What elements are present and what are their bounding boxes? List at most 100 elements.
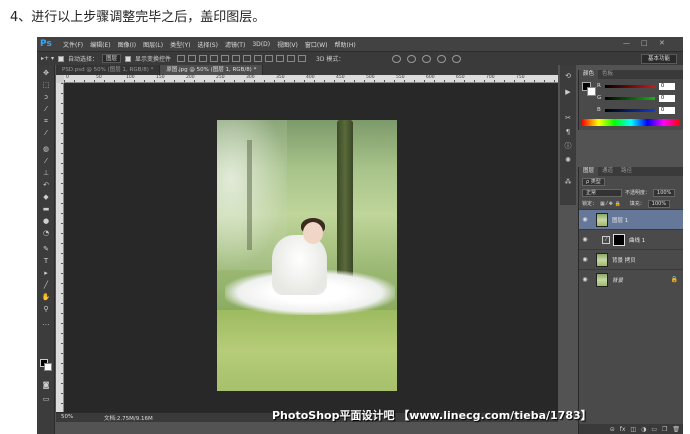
canvas-area[interactable] xyxy=(64,83,558,412)
menu-window[interactable]: 窗口(W) xyxy=(305,40,328,49)
tab-psd[interactable]: PSD.psd @ 50% (图层 1, RGB/8) * xyxy=(56,65,161,75)
new-layer-icon[interactable]: ❐ xyxy=(662,426,667,433)
history-brush-tool-icon[interactable]: ↶ xyxy=(41,181,51,190)
brush-tool-icon[interactable]: ⁄ xyxy=(41,157,51,166)
menu-help[interactable]: 帮助(H) xyxy=(335,40,356,49)
3d-rotate-icon[interactable] xyxy=(392,55,401,63)
blue-value[interactable]: 0 xyxy=(659,106,675,114)
green-value[interactable]: 0 xyxy=(659,94,675,102)
auto-select-checkbox[interactable] xyxy=(57,55,64,62)
move-tool-icon[interactable]: ✥ xyxy=(41,69,51,78)
align-bottom-icon[interactable] xyxy=(199,55,208,62)
clone-stamp-tool-icon[interactable]: ⊥ xyxy=(41,169,51,178)
layer-row[interactable]: ◉ ⁄ 曲线 1 xyxy=(579,229,683,249)
minimize-button[interactable]: — xyxy=(623,39,630,47)
shape-tool-icon[interactable]: ╱ xyxy=(41,281,51,290)
type-tool-icon[interactable]: T xyxy=(41,257,51,266)
more-tools-icon[interactable]: … xyxy=(41,319,51,328)
align-center-icon[interactable] xyxy=(221,55,230,62)
lasso-tool-icon[interactable]: ↄ xyxy=(41,93,51,102)
hand-tool-icon[interactable]: ✋ xyxy=(41,293,51,302)
tab-channels[interactable]: 通道 xyxy=(598,167,617,176)
eraser-tool-icon[interactable]: ◆ xyxy=(41,193,51,202)
layer-kind-filter[interactable]: ρ 类型 xyxy=(582,177,605,186)
delete-layer-icon[interactable]: 🗑 xyxy=(672,426,680,433)
align-middle-icon[interactable] xyxy=(188,55,197,62)
info-panel-icon[interactable]: ⓘ xyxy=(563,141,573,151)
marquee-tool-icon[interactable]: ⬚ xyxy=(41,81,51,90)
menu-filter[interactable]: 滤镜(T) xyxy=(225,40,245,49)
menu-image[interactable]: 图像(I) xyxy=(118,40,136,49)
blue-slider[interactable] xyxy=(605,108,655,112)
pen-tool-icon[interactable]: ✎ xyxy=(41,245,51,254)
3d-scale-icon[interactable] xyxy=(452,55,461,63)
new-group-icon[interactable]: ▭ xyxy=(651,426,657,433)
visibility-eye-icon[interactable]: ◉ xyxy=(580,216,590,223)
red-value[interactable]: 0 xyxy=(659,82,675,90)
maximize-button[interactable]: □ xyxy=(641,39,648,47)
dodge-tool-icon[interactable]: ◔ xyxy=(41,229,51,238)
show-transform-checkbox[interactable] xyxy=(125,55,131,62)
workspace-dropdown[interactable]: 基本功能 xyxy=(640,54,677,64)
menu-file[interactable]: 文件(F) xyxy=(63,40,83,49)
distribute-left-icon[interactable] xyxy=(276,55,285,62)
blend-mode-dropdown[interactable]: 正常 xyxy=(582,188,622,197)
blur-tool-icon[interactable]: ● xyxy=(41,217,51,226)
quick-select-tool-icon[interactable]: ⁄ xyxy=(41,105,51,114)
adjustments-panel-icon[interactable]: ✺ xyxy=(563,155,573,165)
history-panel-icon[interactable]: ⟲ xyxy=(563,71,573,81)
path-select-tool-icon[interactable]: ▸ xyxy=(41,269,51,278)
distribute-center-icon[interactable] xyxy=(287,55,296,62)
tab-swatches[interactable]: 色板 xyxy=(598,70,617,79)
layer-row[interactable]: ◉ 背景 拷贝 xyxy=(579,249,683,269)
menu-view[interactable]: 视图(V) xyxy=(277,40,298,49)
tab-color[interactable]: 颜色 xyxy=(579,70,599,79)
zoom-level[interactable]: 50% xyxy=(61,414,73,420)
align-right-icon[interactable] xyxy=(232,55,241,62)
3d-slide-icon[interactable] xyxy=(437,55,446,63)
opacity-field[interactable]: 100% xyxy=(653,188,676,197)
menu-select[interactable]: 选择(S) xyxy=(197,40,218,49)
3d-pan-icon[interactable] xyxy=(422,55,431,63)
document-size[interactable]: 文档:2.75M/9.16M xyxy=(104,414,153,422)
menu-3d[interactable]: 3D(D) xyxy=(252,41,270,48)
crop-tool-icon[interactable]: ⌗ xyxy=(41,117,51,126)
distribute-middle-icon[interactable] xyxy=(254,55,263,62)
visibility-eye-icon[interactable]: ◉ xyxy=(580,236,590,243)
menu-type[interactable]: 类型(Y) xyxy=(170,40,190,49)
tab-original[interactable]: 原图.jpg @ 50% (图层 1, RGB/8) * xyxy=(160,65,264,75)
actions-panel-icon[interactable]: ▶ xyxy=(563,87,573,97)
distribute-top-icon[interactable] xyxy=(243,55,252,62)
visibility-eye-icon[interactable]: ◉ xyxy=(580,276,590,283)
menu-edit[interactable]: 编辑(E) xyxy=(90,40,110,49)
healing-brush-tool-icon[interactable]: ◍ xyxy=(41,145,51,154)
layer-mask-thumbnail[interactable] xyxy=(613,233,625,246)
tab-layers[interactable]: 图层 xyxy=(579,167,599,176)
3d-roll-icon[interactable] xyxy=(407,55,416,63)
tool-presets-icon[interactable]: ✂ xyxy=(563,113,573,123)
layer-row[interactable]: ◉ 图层 1 xyxy=(579,209,683,229)
tab-paths[interactable]: 路径 xyxy=(617,167,636,176)
auto-select-dropdown[interactable]: 图层 xyxy=(101,54,121,63)
align-top-icon[interactable] xyxy=(177,55,186,62)
zoom-tool-icon[interactable]: ⚲ xyxy=(41,305,51,314)
layer-name[interactable]: 图层 1 xyxy=(612,216,628,224)
red-slider[interactable] xyxy=(605,84,655,88)
layer-name[interactable]: 背景 xyxy=(612,276,623,284)
menu-layer[interactable]: 图层(L) xyxy=(143,40,163,49)
brush-panel-icon[interactable]: ⁂ xyxy=(563,177,573,187)
background-swatch[interactable] xyxy=(587,87,596,96)
fill-field[interactable]: 100% xyxy=(647,199,671,208)
move-tool-icon[interactable]: ▸+ ▾ xyxy=(41,55,54,62)
document-image[interactable] xyxy=(217,120,397,391)
visibility-eye-icon[interactable]: ◉ xyxy=(580,256,590,263)
layer-row[interactable]: ◉ 背景 🔒 xyxy=(579,269,683,289)
distribute-bottom-icon[interactable] xyxy=(265,55,274,62)
green-slider[interactable] xyxy=(605,96,655,100)
layer-name[interactable]: 背景 拷贝 xyxy=(612,256,636,264)
close-button[interactable]: ✕ xyxy=(659,39,665,47)
new-adjustment-icon[interactable]: ◑ xyxy=(641,426,646,433)
add-mask-icon[interactable]: ◫ xyxy=(630,426,636,433)
lock-icons[interactable]: ▦ ⁄ ✥ 🔒 xyxy=(600,201,621,207)
eyedropper-tool-icon[interactable]: ⁄ xyxy=(41,129,51,138)
